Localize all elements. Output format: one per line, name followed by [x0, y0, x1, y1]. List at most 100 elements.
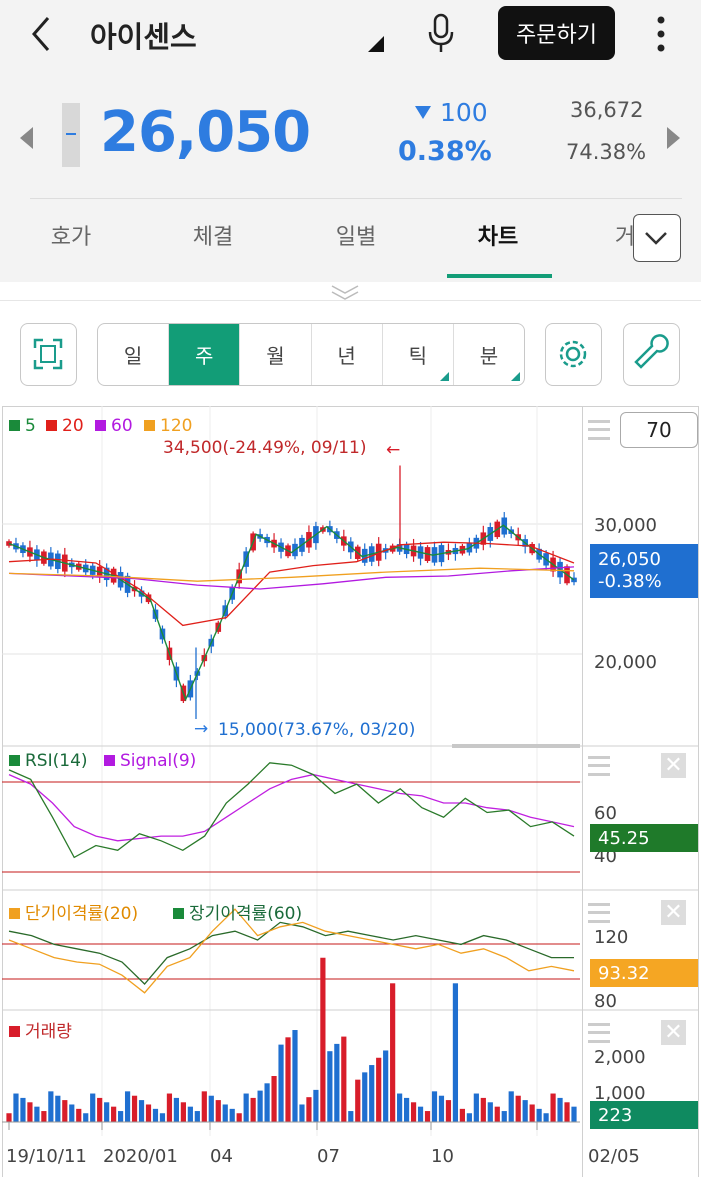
volume-bar	[229, 1108, 235, 1122]
volume-bar	[355, 1079, 361, 1122]
period-tick-label: 틱	[408, 344, 427, 368]
volume-bar	[152, 1108, 159, 1122]
volume-bar	[222, 1104, 228, 1122]
period-day[interactable]: 일	[98, 324, 170, 385]
volume-bar	[431, 1091, 438, 1122]
prev-stock-icon[interactable]	[20, 127, 33, 149]
rsi-legend: RSI(14)	[9, 751, 88, 771]
volume-bar	[452, 983, 459, 1122]
volume-bar	[299, 1104, 305, 1122]
collapse-handle-icon[interactable]	[328, 283, 362, 301]
volume-bar	[83, 1113, 89, 1122]
rsi-line	[8, 762, 575, 859]
signal-label: Signal(9)	[120, 751, 197, 771]
legend-swatch	[9, 755, 20, 766]
short-disp-legend: 단기이격률(20)	[9, 899, 138, 924]
volume-bar	[501, 1111, 507, 1122]
legend-ma20-label: 20	[62, 416, 84, 436]
volume-bar	[243, 1093, 249, 1122]
panel-menu-icon[interactable]	[588, 903, 610, 923]
period-minute[interactable]: 분	[454, 324, 524, 385]
low-arrow-icon: →	[194, 719, 209, 739]
chart-settings-button[interactable]	[545, 323, 602, 386]
volume-bar	[459, 1108, 465, 1122]
volume-bar	[494, 1106, 500, 1122]
panel-menu-icon[interactable]	[588, 1023, 610, 1043]
volume-bar	[250, 1097, 256, 1122]
volume-bar	[466, 1113, 472, 1122]
period-minute-label: 분	[479, 344, 499, 368]
ma-line-20	[8, 541, 575, 627]
panel-menu-icon[interactable]	[588, 420, 610, 440]
x-tick: 02/05	[588, 1146, 640, 1167]
volume-bar	[278, 1044, 284, 1122]
scroll-indicator	[452, 744, 580, 748]
volume-bar	[410, 1102, 417, 1122]
panel-menu-icon[interactable]	[588, 756, 610, 776]
volume-bar	[159, 1113, 166, 1122]
x-tick: 19/10/11	[6, 1146, 87, 1167]
tab-daily[interactable]: 일별	[311, 219, 401, 251]
close-panel-icon[interactable]: ✕	[661, 1020, 686, 1045]
order-button[interactable]: 주문하기	[498, 6, 615, 60]
rsi-value-tag: 45.25	[590, 824, 698, 852]
volume-bar	[264, 1083, 270, 1122]
expand-tabs-button[interactable]	[633, 214, 681, 262]
volume-bar	[348, 1111, 354, 1122]
y-tick: 60	[594, 803, 617, 824]
volume-bar	[445, 1100, 452, 1122]
legend-swatch	[9, 908, 20, 919]
stock-dropdown-icon[interactable]	[368, 36, 384, 52]
volume-bar	[76, 1108, 82, 1122]
chart-tools-button[interactable]	[623, 323, 680, 386]
candle-count-input[interactable]: 70	[620, 412, 698, 448]
signal-line	[8, 773, 575, 842]
volume-bar	[390, 983, 396, 1122]
period-week[interactable]: 주	[169, 324, 241, 385]
divider	[30, 198, 682, 199]
next-stock-icon[interactable]	[667, 127, 680, 149]
stock-name[interactable]: 아이센스	[90, 14, 197, 56]
volume-bar	[564, 1102, 570, 1122]
volume-bar	[90, 1093, 96, 1122]
legend-ma120: 120	[144, 416, 192, 436]
x-tick: 07	[317, 1146, 340, 1167]
legend-ma20: 20	[46, 416, 84, 436]
volume-bar	[334, 1043, 340, 1122]
volume-bar	[215, 1100, 221, 1122]
close-panel-icon[interactable]: ✕	[661, 753, 686, 778]
volume-bar	[27, 1102, 33, 1122]
volume-value-tag: 223	[590, 1101, 698, 1129]
period-month[interactable]: 월	[240, 324, 312, 385]
period-year[interactable]: 년	[312, 324, 383, 385]
volume-bar	[62, 1100, 68, 1122]
divider	[0, 300, 701, 301]
tab-orderbook[interactable]: 호가	[26, 219, 116, 251]
volume-bar	[55, 1095, 61, 1122]
volume-bar	[201, 1091, 207, 1122]
volume-legend: 거래량	[9, 1017, 72, 1042]
more-menu-icon[interactable]	[652, 14, 670, 54]
submenu-corner-icon	[439, 372, 449, 381]
fullscreen-button[interactable]	[20, 323, 77, 386]
y-tick: 30,000	[594, 515, 657, 536]
back-icon[interactable]	[22, 12, 62, 56]
legend-ma5: 5	[9, 416, 36, 436]
tab-chart[interactable]: 차트	[453, 219, 543, 251]
y-tick: 120	[594, 927, 629, 948]
legend-ma60-label: 60	[111, 416, 133, 436]
price-flag	[62, 103, 80, 167]
volume-bar	[97, 1097, 103, 1122]
tab-trades[interactable]: 체결	[168, 219, 258, 251]
close-panel-icon[interactable]: ✕	[661, 900, 686, 925]
volume-bar	[34, 1106, 40, 1122]
volume-bar	[473, 1093, 479, 1122]
volume-bar	[397, 1093, 403, 1122]
volume-bar	[536, 1108, 542, 1122]
down-triangle-icon	[415, 106, 431, 119]
app-root: 아이센스 주문하기 26,050 100 0.38% 36,672 74.38%…	[0, 0, 701, 1177]
chevron-down-icon	[645, 232, 667, 245]
period-tick[interactable]: 틱	[383, 324, 454, 385]
microphone-icon[interactable]	[424, 12, 458, 54]
volume-bar	[557, 1097, 563, 1122]
